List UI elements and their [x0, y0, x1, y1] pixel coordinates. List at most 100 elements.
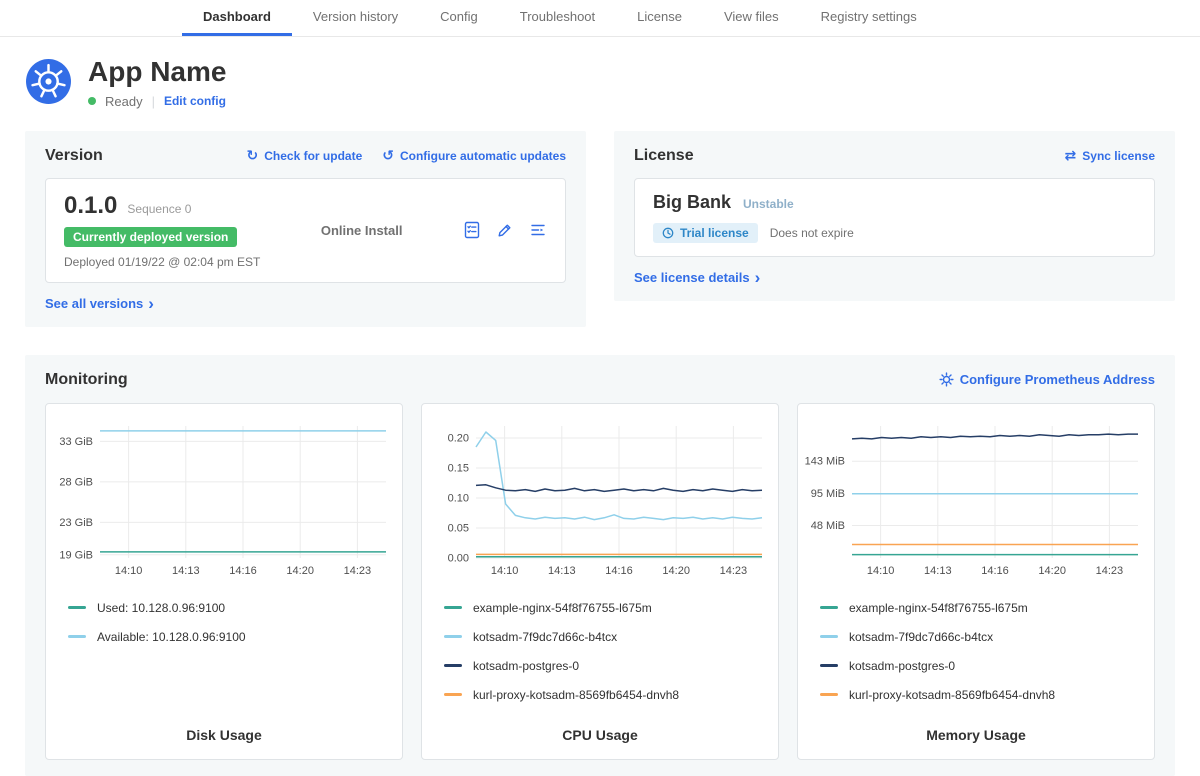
legend-color-dash: [820, 693, 838, 696]
configure-prometheus-label: Configure Prometheus Address: [960, 372, 1155, 387]
legend-label: example-nginx-54f8f76755-l675m: [473, 601, 652, 615]
sync-license-label: Sync license: [1082, 149, 1155, 163]
diff-view-icon[interactable]: [529, 221, 547, 239]
svg-text:14:23: 14:23: [720, 565, 748, 577]
tab-registry-settings[interactable]: Registry settings: [800, 0, 938, 36]
auto-update-icon: ↺: [382, 149, 394, 163]
edit-config-icon[interactable]: [496, 221, 514, 239]
legend-item: example-nginx-54f8f76755-l675m: [820, 601, 1148, 615]
svg-text:14:16: 14:16: [605, 565, 633, 577]
tab-view-files[interactable]: View files: [703, 0, 800, 36]
expiration-text: Does not expire: [770, 226, 854, 240]
legend-label: Available: 10.128.0.96:9100: [97, 630, 246, 644]
tab-version-history[interactable]: Version history: [292, 0, 419, 36]
legend-label: kotsadm-7f9dc7d66c-b4tcx: [473, 630, 617, 644]
check-for-update-label: Check for update: [264, 149, 362, 163]
channel-label: Unstable: [743, 197, 794, 211]
legend-color-dash: [820, 664, 838, 667]
version-card: Version ↻ Check for update ↺ Configure a…: [25, 131, 586, 327]
see-all-versions-link[interactable]: See all versions ›: [45, 296, 154, 311]
legend-label: kurl-proxy-kotsadm-8569fb6454-dnvh8: [849, 688, 1055, 702]
legend-color-dash: [820, 606, 838, 609]
chart-title: Memory Usage: [804, 717, 1148, 743]
memory-usage-chart: 143 MiB95 MiB48 MiB14:1014:1314:1614:201…: [804, 416, 1148, 587]
configure-automatic-updates-label: Configure automatic updates: [400, 149, 566, 163]
tab-troubleshoot[interactable]: Troubleshoot: [499, 0, 616, 36]
see-all-versions-label: See all versions: [45, 296, 143, 311]
legend-label: example-nginx-54f8f76755-l675m: [849, 601, 1028, 615]
see-license-details-link[interactable]: See license details ›: [634, 270, 760, 285]
svg-text:0.00: 0.00: [448, 552, 469, 564]
svg-text:0.05: 0.05: [448, 522, 469, 534]
license-card: License ⇄ Sync license Big Bank Unstable: [614, 131, 1175, 301]
svg-text:95 MiB: 95 MiB: [811, 488, 845, 500]
app-header: App Name Ready | Edit config: [0, 37, 1200, 121]
svg-text:14:10: 14:10: [867, 565, 895, 577]
memory-usage-chart-card: 143 MiB95 MiB48 MiB14:1014:1314:1614:201…: [797, 403, 1155, 760]
top-nav: Dashboard Version history Config Trouble…: [0, 0, 1200, 37]
svg-text:14:23: 14:23: [1096, 565, 1124, 577]
tab-config[interactable]: Config: [419, 0, 499, 36]
legend-item: Available: 10.128.0.96:9100: [68, 630, 396, 644]
configure-prometheus-button[interactable]: Configure Prometheus Address: [939, 372, 1155, 387]
svg-text:28 GiB: 28 GiB: [59, 476, 93, 488]
legend-color-dash: [444, 635, 462, 638]
install-type-label: Online Install: [321, 223, 403, 238]
clock-icon: [662, 227, 674, 239]
legend-item: kotsadm-7f9dc7d66c-b4tcx: [820, 630, 1148, 644]
legend-label: kotsadm-7f9dc7d66c-b4tcx: [849, 630, 993, 644]
sync-license-button[interactable]: ⇄ Sync license: [1065, 149, 1155, 163]
legend-item: kotsadm-postgres-0: [820, 659, 1148, 673]
legend-color-dash: [444, 664, 462, 667]
license-info-box: Big Bank Unstable Trial license Does n: [634, 178, 1155, 257]
sequence-label: Sequence 0: [127, 202, 191, 216]
svg-text:14:20: 14:20: [286, 565, 314, 577]
trial-license-badge: Trial license: [653, 223, 758, 243]
customer-name: Big Bank: [653, 192, 731, 213]
svg-text:0.10: 0.10: [448, 492, 469, 504]
legend-item: kurl-proxy-kotsadm-8569fb6454-dnvh8: [820, 688, 1148, 702]
check-for-update-button[interactable]: ↻ Check for update: [247, 149, 363, 163]
edit-config-link[interactable]: Edit config: [164, 94, 226, 108]
svg-text:33 GiB: 33 GiB: [59, 436, 93, 448]
version-card-title: Version: [45, 147, 103, 165]
tab-license[interactable]: License: [616, 0, 703, 36]
disk-usage-legend: Used: 10.128.0.96:9100 Available: 10.128.…: [68, 601, 396, 659]
version-info: 0.1.0 Sequence 0 Currently deployed vers…: [64, 192, 260, 269]
svg-text:14:13: 14:13: [924, 565, 952, 577]
legend-color-dash: [444, 693, 462, 696]
configure-automatic-updates-button[interactable]: ↺ Configure automatic updates: [382, 149, 566, 163]
chevron-right-icon: ›: [755, 271, 761, 285]
chart-title: CPU Usage: [428, 717, 772, 743]
svg-text:14:16: 14:16: [229, 565, 257, 577]
cpu-usage-chart: 0.200.150.100.050.0014:1014:1314:1614:20…: [428, 416, 772, 587]
legend-item: kurl-proxy-kotsadm-8569fb6454-dnvh8: [444, 688, 772, 702]
svg-text:23 GiB: 23 GiB: [59, 517, 93, 529]
page-title: App Name: [88, 57, 226, 88]
gear-icon: [939, 372, 954, 387]
legend-label: kurl-proxy-kotsadm-8569fb6454-dnvh8: [473, 688, 679, 702]
refresh-icon: ↻: [247, 149, 259, 163]
divider: |: [152, 94, 155, 109]
svg-text:14:13: 14:13: [548, 565, 576, 577]
svg-text:14:13: 14:13: [172, 565, 200, 577]
chevron-right-icon: ›: [148, 297, 154, 311]
svg-text:14:10: 14:10: [115, 565, 143, 577]
cpu-usage-legend: example-nginx-54f8f76755-l675m kotsadm-7f…: [444, 601, 772, 717]
kubernetes-logo-icon: [25, 58, 72, 108]
legend-label: Used: 10.128.0.96:9100: [97, 601, 225, 615]
svg-text:0.20: 0.20: [448, 432, 469, 444]
legend-label: kotsadm-postgres-0: [849, 659, 955, 673]
tab-dashboard[interactable]: Dashboard: [182, 0, 292, 36]
release-notes-icon[interactable]: [463, 221, 481, 239]
chart-title: Disk Usage: [52, 717, 396, 743]
svg-text:48 MiB: 48 MiB: [811, 520, 845, 532]
monitoring-title: Monitoring: [45, 371, 128, 389]
version-number: 0.1.0: [64, 192, 117, 220]
disk-usage-chart: 33 GiB28 GiB23 GiB19 GiB14:1014:1314:161…: [52, 416, 396, 587]
monitoring-card: Monitoring Configure Prometh: [25, 355, 1175, 776]
svg-text:14:20: 14:20: [1038, 565, 1066, 577]
app-status-text: Ready: [105, 94, 143, 109]
sync-icon: ⇄: [1065, 149, 1077, 163]
deployed-timestamp: Deployed 01/19/22 @ 02:04 pm EST: [64, 255, 260, 269]
